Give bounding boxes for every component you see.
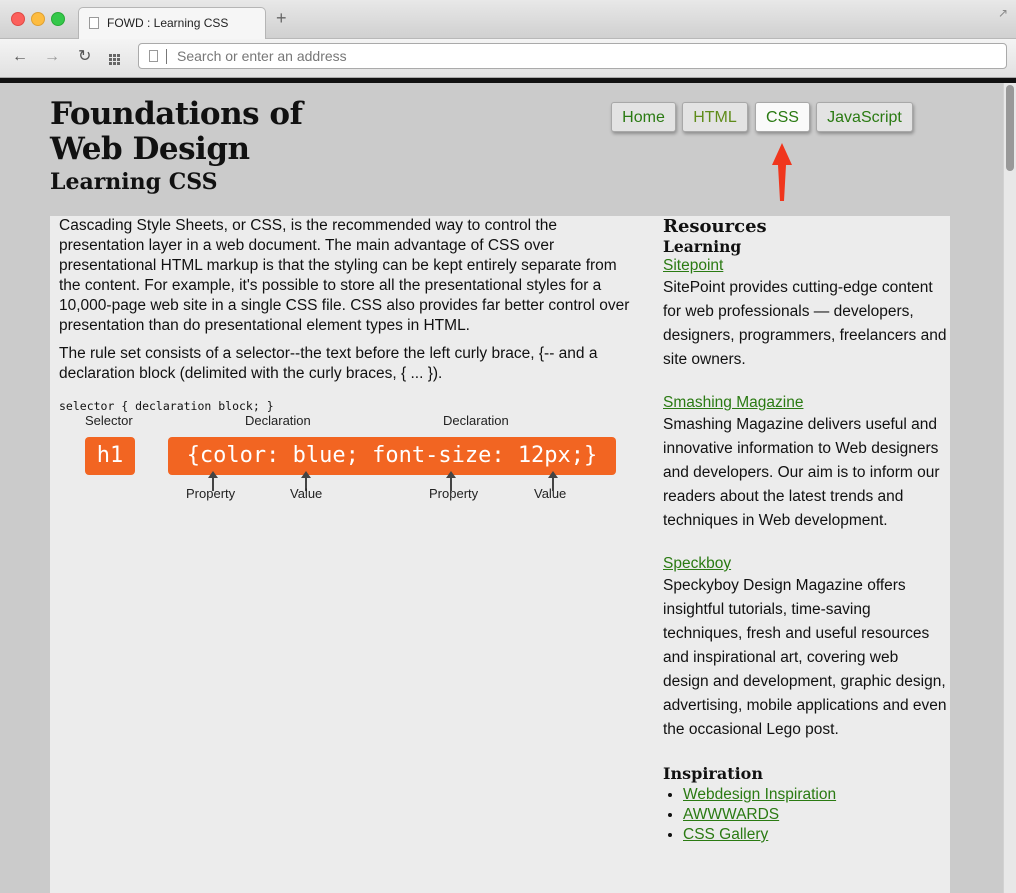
browser-toolbar: ← → ↻ — [0, 39, 1016, 78]
site-title: Foundations of Web Design — [50, 96, 303, 167]
article: Cascading Style Sheets, or CSS, is the r… — [59, 216, 639, 416]
window-close-button[interactable] — [11, 12, 25, 26]
resources-heading: Resources — [663, 216, 767, 237]
resource-description: Speckyboy Design Magazine offers insight… — [663, 577, 947, 738]
resource-item: Sitepoint SitePoint provides cutting-edg… — [663, 256, 948, 372]
rule-set-paragraph: The rule set consists of a selector--the… — [59, 345, 598, 382]
text-cursor — [166, 49, 167, 64]
address-input[interactable] — [177, 47, 977, 65]
vertical-scrollbar[interactable] — [1003, 83, 1016, 893]
resource-item: Smashing Magazine Smashing Magazine deli… — [663, 393, 948, 533]
scrollbar-thumb[interactable] — [1006, 85, 1014, 171]
page-icon — [89, 17, 99, 29]
css-gallery-link[interactable]: CSS Gallery — [683, 826, 768, 843]
reload-button[interactable]: ↻ — [78, 48, 91, 66]
new-tab-button[interactable]: + — [276, 9, 287, 27]
property-label-2: Property — [429, 486, 479, 501]
nav-css[interactable]: CSS — [755, 102, 810, 132]
css-rule-diagram: Selector Declaration Declaration h1 {col… — [50, 411, 650, 506]
tab-title: FOWD : Learning CSS — [107, 16, 229, 30]
resource-description: Smashing Magazine delivers useful and in… — [663, 416, 940, 529]
smashing-magazine-link[interactable]: Smashing Magazine — [663, 393, 948, 413]
speed-dial-icon[interactable] — [109, 52, 120, 65]
resources-sidebar: Resources Learning Sitepoint SitePoint p… — [663, 216, 948, 845]
main-content: Cascading Style Sheets, or CSS, is the r… — [50, 216, 950, 893]
page-icon — [149, 50, 158, 62]
inspiration-heading: Inspiration — [663, 764, 763, 783]
learning-heading: Learning — [663, 237, 742, 256]
nav-home[interactable]: Home — [611, 102, 676, 132]
red-arrow-icon — [772, 143, 792, 201]
nav-javascript[interactable]: JavaScript — [816, 102, 913, 132]
awwwards-link[interactable]: AWWWARDS — [683, 806, 779, 823]
declaration-box: {color: blue; font-size: 12px;} — [168, 437, 616, 475]
property-label-1: Property — [186, 486, 236, 501]
nav-html[interactable]: HTML — [682, 102, 748, 132]
value-label-1: Value — [290, 486, 323, 501]
page-subtitle: Learning CSS — [50, 169, 218, 195]
selector-label: Selector — [85, 413, 133, 428]
declaration-label-2: Declaration — [443, 413, 509, 428]
fullscreen-icon[interactable]: ↗ — [998, 6, 1008, 20]
browser-titlebar: FOWD : Learning CSS + ↗ — [0, 0, 1016, 39]
list-item: CSS Gallery — [683, 825, 948, 845]
resource-item: Speckboy Speckyboy Design Magazine offer… — [663, 554, 948, 742]
webdesign-inspiration-link[interactable]: Webdesign Inspiration — [683, 786, 836, 803]
window-maximize-button[interactable] — [51, 12, 65, 26]
address-bar[interactable] — [138, 43, 1007, 69]
value-label-2: Value — [534, 486, 567, 501]
browser-tab[interactable]: FOWD : Learning CSS — [78, 7, 266, 39]
web-page: Foundations of Web Design Learning CSS H… — [0, 83, 1003, 893]
back-button[interactable]: ← — [12, 48, 28, 66]
intro-paragraph: Cascading Style Sheets, or CSS, is the r… — [59, 217, 630, 334]
forward-button[interactable]: → — [44, 48, 60, 66]
list-item: AWWWARDS — [683, 805, 948, 825]
selector-box: h1 — [85, 437, 135, 475]
speckboy-link[interactable]: Speckboy — [663, 554, 948, 574]
list-item: Webdesign Inspiration — [683, 785, 948, 805]
sitepoint-link[interactable]: Sitepoint — [663, 256, 948, 276]
resource-description: SitePoint provides cutting-edge content … — [663, 279, 947, 368]
declaration-label-1: Declaration — [245, 413, 311, 428]
window-minimize-button[interactable] — [31, 12, 45, 26]
inspiration-list: Webdesign Inspiration AWWWARDS CSS Galle… — [663, 785, 948, 845]
